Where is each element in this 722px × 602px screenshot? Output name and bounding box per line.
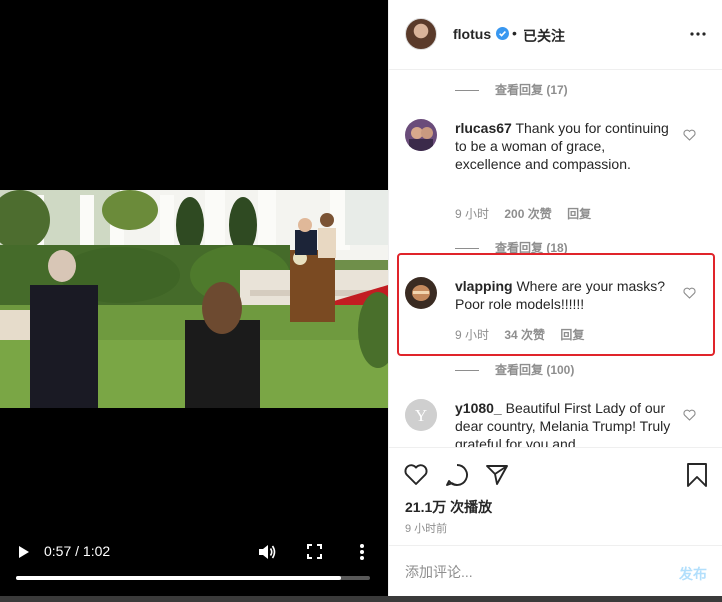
more-horizontal-icon[interactable] (689, 26, 707, 42)
view-replies-toggle[interactable]: 查看回复 (17) (455, 81, 568, 97)
commenter-avatar[interactable] (405, 119, 437, 151)
follow-status-button[interactable]: 已关注 (523, 26, 565, 46)
video-progress-bar[interactable] (16, 576, 370, 580)
comments-list[interactable]: 查看回复 (17) rlucas67 Thank you for continu… (389, 71, 722, 447)
commenter-avatar[interactable] (405, 277, 437, 309)
post-comment-button[interactable]: 发布 (679, 564, 707, 584)
commenter-username[interactable]: rlucas67 (455, 120, 512, 136)
post-panel: flotus • 已关注 查看回复 (17) rlucas67 Thank yo… (388, 0, 722, 596)
view-count[interactable]: 21.1万 次播放 (405, 497, 492, 517)
comment-input[interactable] (405, 562, 655, 582)
comment-icon[interactable] (444, 462, 470, 488)
add-comment-section: 发布 (389, 545, 722, 596)
bookmark-icon[interactable] (684, 462, 710, 488)
author-username[interactable]: flotus (453, 26, 491, 42)
heart-icon[interactable] (403, 462, 429, 488)
avatar-image (405, 277, 437, 309)
reply-button[interactable]: 回复 (560, 328, 584, 342)
comment-time: 9 小时 (455, 328, 490, 342)
share-icon[interactable] (484, 462, 510, 488)
verified-badge-icon (496, 27, 509, 40)
comment-time: 9 小时 (455, 207, 490, 221)
fullscreen-icon (307, 544, 322, 559)
like-comment-heart-icon[interactable] (683, 409, 696, 421)
header-separator: • (512, 25, 517, 41)
comment-item: rlucas67 Thank you for continuing to be … (405, 119, 721, 229)
like-comment-heart-icon[interactable] (683, 129, 696, 141)
play-icon (19, 546, 29, 558)
post-actions-bar: 21.1万 次播放 9 小时前 (389, 447, 722, 545)
bottom-edge-strip (0, 596, 722, 602)
avatar-letter: Y (415, 406, 427, 425)
comment-meta: 9 小时 200 次赞 回复 (455, 205, 603, 222)
video-frame[interactable] (0, 190, 388, 408)
author-avatar[interactable] (405, 18, 437, 50)
reply-line-divider (455, 248, 479, 250)
comment-item-highlighted: vlapping Where are your masks? Poor role… (405, 277, 721, 347)
posted-time[interactable]: 9 小时前 (405, 520, 447, 536)
video-time-display: 0:57 / 1:02 (44, 543, 111, 559)
reply-line-divider (455, 90, 479, 92)
video-player[interactable]: 0:57 / 1:02 (0, 0, 388, 602)
like-comment-heart-icon[interactable] (683, 287, 696, 299)
volume-icon (259, 545, 276, 559)
comment-item: Y y1080_ Beautiful First Lady of our dea… (405, 399, 721, 447)
commenter-username[interactable]: vlapping (455, 278, 513, 294)
view-replies-toggle[interactable]: 查看回复 (100) (455, 361, 574, 377)
comment-text: vlapping Where are your masks? Poor role… (455, 277, 675, 313)
reply-button[interactable]: 回复 (567, 207, 591, 221)
play-button[interactable] (16, 543, 32, 561)
video-still-image (0, 190, 388, 408)
post-header: flotus • 已关注 (389, 0, 722, 70)
avatar-image: Y (405, 399, 437, 431)
comment-text: y1080_ Beautiful First Lady of our dear … (455, 399, 675, 447)
comment-likes[interactable]: 200 次赞 (504, 207, 551, 221)
video-progress-fill (16, 576, 342, 580)
commenter-avatar[interactable]: Y (405, 399, 437, 431)
commenter-username[interactable]: y1080_ (455, 400, 502, 416)
avatar-image (405, 119, 437, 151)
comment-likes[interactable]: 34 次赞 (504, 328, 545, 342)
reply-line-divider (455, 370, 479, 372)
video-more-options-button[interactable] (355, 542, 369, 562)
comment-meta: 9 小时 34 次赞 回复 (455, 326, 596, 343)
fullscreen-button[interactable] (306, 543, 323, 560)
volume-button[interactable] (257, 542, 277, 562)
comment-text: rlucas67 Thank you for continuing to be … (455, 119, 675, 173)
more-vertical-icon (360, 544, 364, 560)
